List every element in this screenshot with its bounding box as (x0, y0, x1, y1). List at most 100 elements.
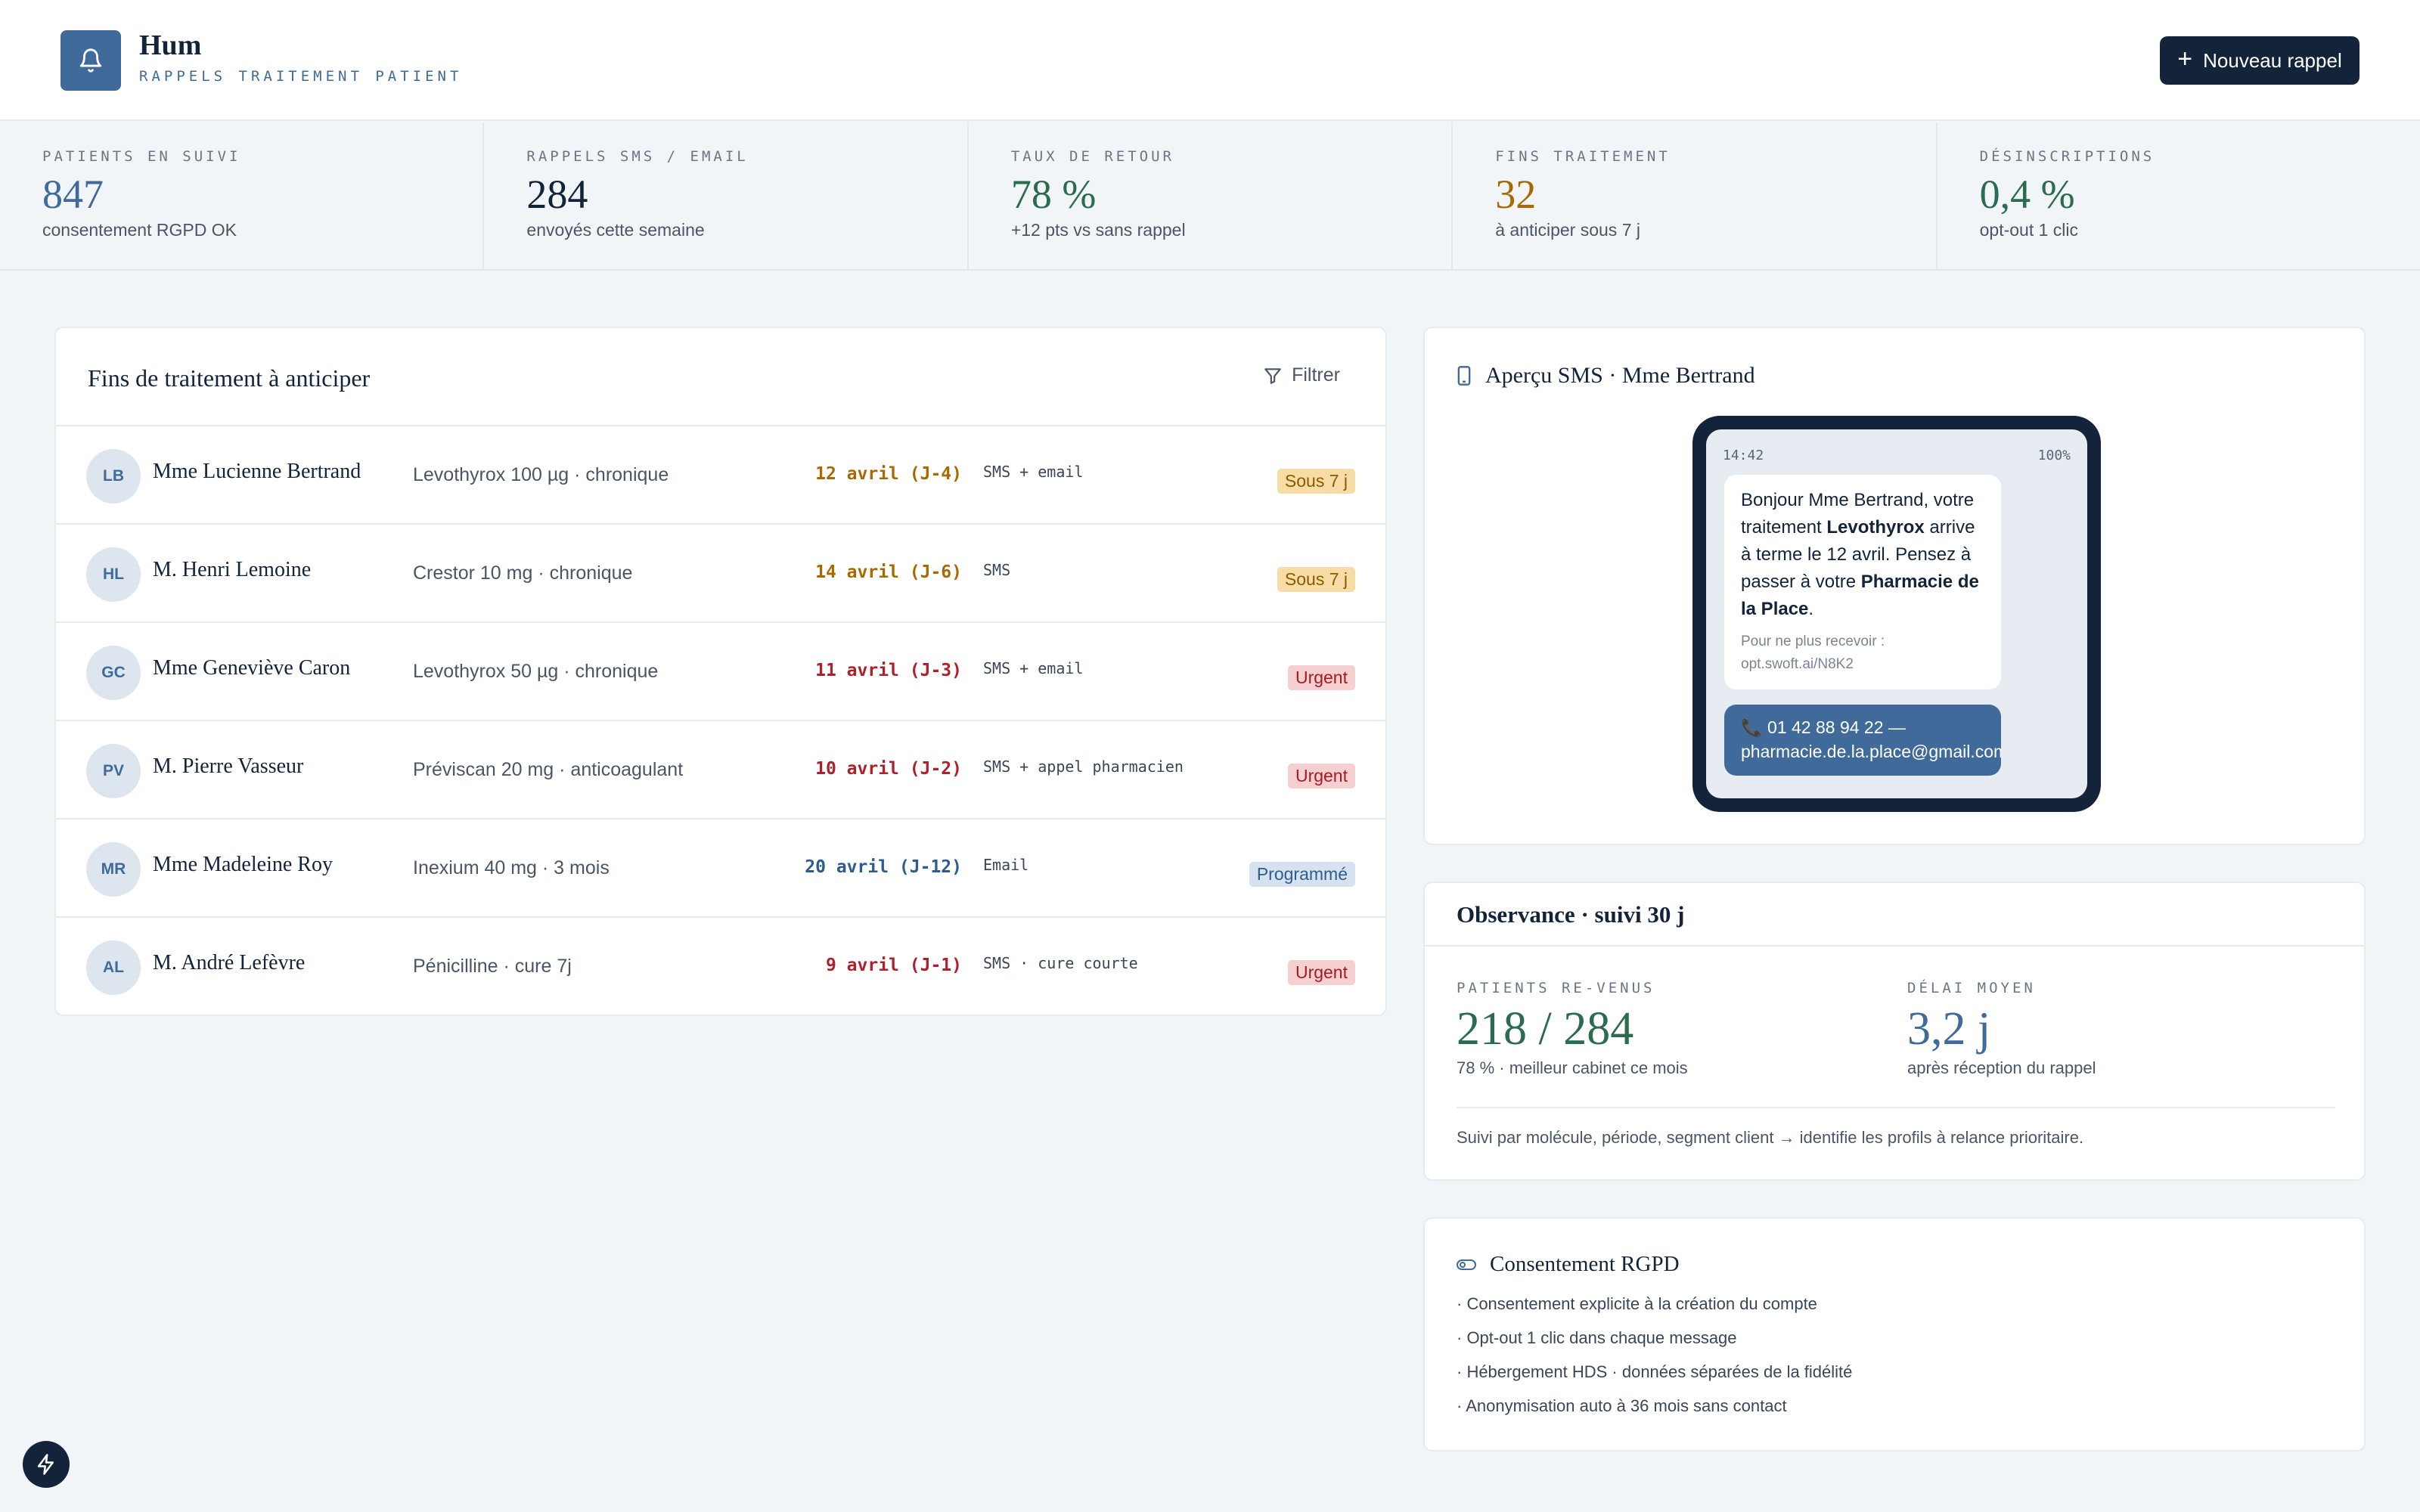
patient-name: Mme Lucienne Bertrand (153, 460, 361, 483)
end-date: 11 avril (J-3) (815, 661, 962, 680)
observance-card: Observance · suivi 30 j PATIENTS RE-VENU… (1423, 881, 2366, 1181)
stat-patients: PATIENTS EN SUIVI 847 consentement RGPD … (0, 122, 485, 269)
rgpd-header: Consentement RGPD (1457, 1252, 1680, 1277)
rgpd-card: Consentement RGPD · Consentement explici… (1423, 1217, 2366, 1452)
returned-sub: 78 % · meilleur cabinet ce mois (1457, 1058, 1688, 1077)
table-row[interactable]: HL M. Henri Lemoine Crestor 10 mg · chro… (56, 525, 1385, 623)
stat-reminders: RAPPELS SMS / EMAIL 284 envoyés cette se… (484, 122, 969, 269)
phone-mockup: 14:42 100% Bonjour Mme Bertrand, votre t… (1692, 416, 2101, 812)
plus-icon: + (2177, 45, 2193, 73)
stat-value: 847 (42, 172, 104, 217)
sms-preview-header: Aperçu SMS · Mme Bertrand (1457, 363, 1755, 389)
stat-end-treatment: FINS TRAITEMENT 32 à anticiper sous 7 j (1453, 122, 1938, 269)
table-row[interactable]: MR Mme Madeleine Roy Inexium 40 mg · 3 m… (56, 820, 1385, 918)
observance-title: Observance · suivi 30 j (1457, 901, 1685, 928)
delay-value: 3,2 j (1907, 1003, 1991, 1055)
end-date: 10 avril (J-2) (815, 759, 962, 779)
toggle-icon (1457, 1259, 1476, 1270)
message-medication: Levothyrox (1826, 517, 1925, 538)
stat-sub: consentement RGPD OK (42, 220, 237, 240)
end-date: 14 avril (J-6) (815, 562, 962, 582)
list-item: · Consentement explicite à la création d… (1457, 1294, 1817, 1313)
stat-value: 78 % (1010, 172, 1097, 217)
returned-value: 218 / 284 (1457, 1003, 1634, 1055)
delay-label: DÉLAI MOYEN (1907, 980, 2036, 996)
medication: Crestor 10 mg · chronique (413, 562, 633, 584)
status-badge: Urgent (1287, 960, 1355, 985)
stat-label: FINS TRAITEMENT (1495, 148, 1671, 165)
app-header: Hum RAPPELS TRAITEMENT PATIENT + Nouveau… (0, 0, 2420, 121)
medication: Levothyrox 50 µg · chronique (413, 661, 659, 682)
stat-label: PATIENTS EN SUIVI (42, 148, 241, 165)
sms-preview-card: Aperçu SMS · Mme Bertrand 14:42 100% Bon… (1423, 327, 2366, 845)
status-battery: 100% (2037, 448, 2071, 463)
rgpd-list: · Consentement explicite à la création d… (1457, 1294, 1852, 1430)
status-badge: Urgent (1287, 764, 1355, 789)
contact-phone: 01 42 88 94 22 — (1767, 717, 1906, 737)
list-item: · Anonymisation auto à 36 mois sans cont… (1457, 1396, 1787, 1415)
stat-sub: +12 pts vs sans rappel (1010, 220, 1186, 240)
avatar: PV (86, 744, 141, 798)
stat-value: 284 (526, 172, 588, 217)
observance-footer: Suivi par molécule, période, segment cli… (1457, 1128, 2084, 1147)
contact-bubble: 📞 01 42 88 94 22 — pharmacie.de.la.place… (1724, 705, 2001, 776)
stat-value: 32 (1495, 172, 1537, 217)
stat-label: RAPPELS SMS / EMAIL (526, 148, 749, 165)
status-badge: Sous 7 j (1277, 469, 1355, 494)
new-reminder-label: Nouveau rappel (2203, 48, 2342, 72)
avatar: AL (86, 940, 141, 995)
medication: Levothyrox 100 µg · chronique (413, 464, 669, 485)
app-logo (60, 30, 121, 91)
filter-icon (1264, 367, 1281, 384)
sms-message-bubble: Bonjour Mme Bertrand, votre traitement L… (1724, 475, 2001, 689)
smartphone-icon (1457, 366, 1471, 386)
sms-preview-title: Aperçu SMS · Mme Bertrand (1485, 363, 1755, 388)
stat-sub: à anticiper sous 7 j (1495, 220, 1640, 240)
message-text: . (1808, 599, 1814, 619)
observance-header: Observance · suivi 30 j (1425, 883, 2364, 947)
patient-name: Mme Madeleine Roy (153, 853, 333, 876)
filter-button[interactable]: Filtrer (1263, 364, 1340, 386)
medication: Préviscan 20 mg · anticoagulant (413, 759, 684, 780)
channel: SMS + appel pharmacien (983, 758, 1184, 776)
stat-sub: envoyés cette semaine (526, 220, 705, 240)
status-badge: Sous 7 j (1277, 567, 1355, 592)
medication: Pénicilline · cure 7j (413, 956, 572, 977)
table-row[interactable]: GC Mme Geneviève Caron Levothyrox 50 µg … (56, 623, 1385, 721)
patient-name: Mme Geneviève Caron (153, 656, 351, 680)
table-row[interactable]: PV M. Pierre Vasseur Préviscan 20 mg · a… (56, 721, 1385, 820)
divider (1457, 1107, 2335, 1108)
returned-label: PATIENTS RE-VENUS (1457, 980, 1655, 996)
channel: SMS + email (983, 463, 1084, 481)
avatar: MR (86, 842, 141, 897)
stat-optouts: DÉSINSCRIPTIONS 0,4 % opt-out 1 clic (1938, 122, 2420, 269)
patient-name: M. André Lefèvre (153, 951, 306, 974)
contact-phone-line: 📞 01 42 88 94 22 — (1741, 715, 1984, 739)
patient-name: M. Pierre Vasseur (153, 754, 304, 778)
stat-label: DÉSINSCRIPTIONS (1979, 148, 2155, 165)
status-time: 14:42 (1723, 448, 1764, 463)
optout-text: Pour ne plus recevoir : opt.swoft.ai/N8K… (1741, 634, 1885, 672)
avatar: GC (86, 646, 141, 700)
status-badge: Programmé (1249, 862, 1355, 887)
avatar: LB (86, 449, 141, 503)
stat-value: 0,4 % (1979, 172, 2075, 217)
patient-name: M. Henri Lemoine (153, 558, 312, 581)
app-name: Hum (139, 29, 202, 61)
new-reminder-button[interactable]: + Nouveau rappel (2160, 36, 2360, 85)
phone-icon: 📞 (1741, 717, 1763, 737)
channel: SMS + email (983, 659, 1084, 677)
treatments-header: Fins de traitement à anticiper Filtrer (56, 328, 1385, 426)
table-row[interactable]: LB Mme Lucienne Bertrand Levothyrox 100 … (56, 426, 1385, 525)
phone-screen: 14:42 100% Bonjour Mme Bertrand, votre t… (1706, 429, 2087, 798)
app-subtitle: RAPPELS TRAITEMENT PATIENT (139, 68, 463, 85)
bolt-button[interactable] (23, 1441, 70, 1488)
table-row[interactable]: AL M. André Lefèvre Pénicilline · cure 7… (56, 918, 1385, 1016)
channel: SMS · cure courte (983, 954, 1138, 972)
end-date: 12 avril (J-4) (815, 464, 962, 484)
treatments-title: Fins de traitement à anticiper (88, 364, 371, 392)
list-item: · Opt-out 1 clic dans chaque message (1457, 1328, 1737, 1347)
end-date: 20 avril (J-12) (805, 857, 962, 877)
status-badge: Urgent (1287, 665, 1355, 690)
end-date: 9 avril (J-1) (825, 956, 962, 975)
